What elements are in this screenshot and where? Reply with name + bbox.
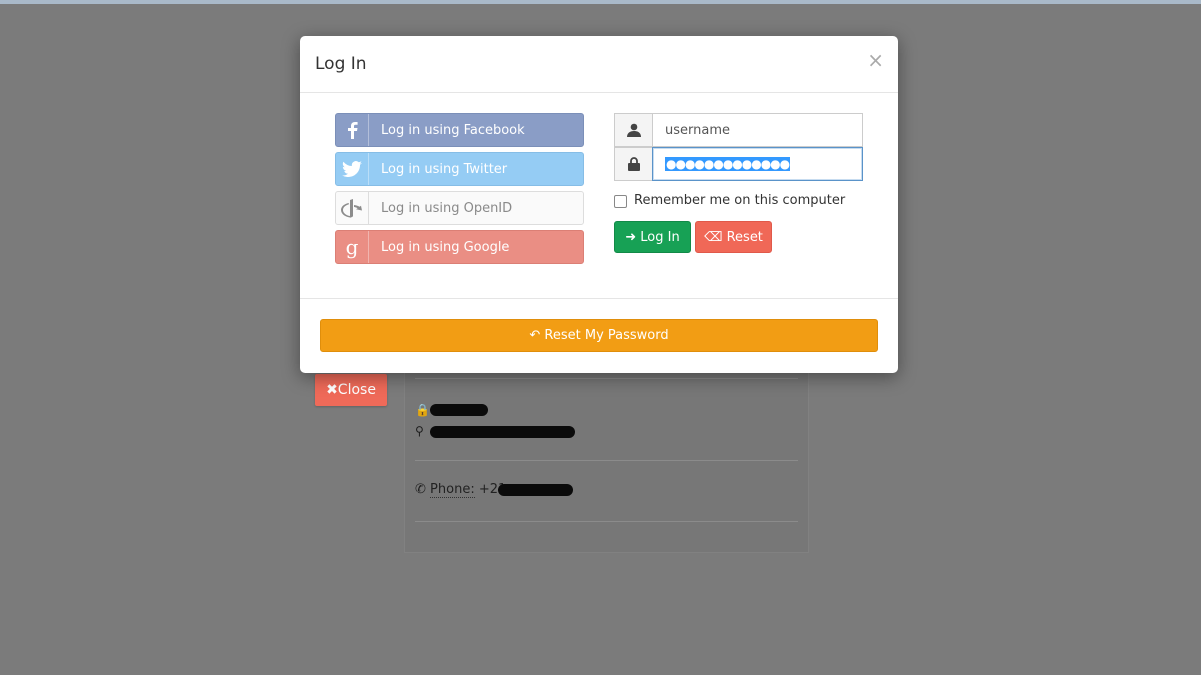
google-login-button[interactable]: g Log in using Google bbox=[335, 230, 584, 264]
background-card: 🔒 ⚲ ✆ Phone: +21 bbox=[405, 348, 808, 552]
twitter-login-button[interactable]: Log in using Twitter bbox=[335, 152, 584, 186]
password-input[interactable]: ●●●●●●●●●●●●● bbox=[652, 147, 863, 181]
phone-line: ✆ Phone: +21 bbox=[415, 482, 506, 498]
redacted-scribble bbox=[498, 484, 573, 496]
background-close-button[interactable]: ✖Close bbox=[315, 374, 387, 406]
modal-title: Log In bbox=[315, 54, 367, 74]
redacted-scribble bbox=[430, 426, 575, 438]
browser-top-strip bbox=[0, 0, 1201, 4]
phone-icon: ✆ bbox=[415, 482, 426, 497]
close-x-icon: ✖ bbox=[326, 382, 338, 398]
login-label: Log In bbox=[640, 230, 680, 245]
openid-icon bbox=[336, 192, 369, 224]
username-input[interactable]: username bbox=[652, 113, 863, 147]
facebook-login-label: Log in using Facebook bbox=[381, 123, 525, 138]
modal-header: Log In × bbox=[300, 36, 898, 93]
reset-password-label: Reset My Password bbox=[544, 328, 669, 343]
password-group: ●●●●●●●●●●●●● bbox=[614, 147, 863, 181]
close-label: Close bbox=[337, 382, 376, 398]
google-login-label: Log in using Google bbox=[381, 240, 510, 255]
login-modal: Log In × Log in using Facebook Log in us… bbox=[300, 36, 898, 373]
username-group: username bbox=[614, 113, 863, 147]
close-icon[interactable]: × bbox=[867, 50, 884, 70]
phone-label: Phone: bbox=[430, 482, 475, 498]
openid-login-label: Log in using OpenID bbox=[381, 201, 513, 216]
divider bbox=[415, 460, 798, 461]
google-icon: g bbox=[336, 231, 369, 263]
eraser-icon: ⌫ bbox=[704, 230, 723, 245]
twitter-icon bbox=[336, 153, 369, 185]
modal-footer-divider bbox=[300, 298, 898, 299]
remember-label: Remember me on this computer bbox=[634, 193, 846, 208]
user-icon bbox=[614, 113, 653, 147]
reset-password-button[interactable]: ↶ Reset My Password bbox=[320, 319, 878, 352]
reset-label: Reset bbox=[726, 230, 763, 245]
reply-icon: ↶ bbox=[529, 328, 541, 343]
lock-icon: 🔒 bbox=[415, 403, 430, 417]
redacted-scribble bbox=[430, 404, 488, 416]
openid-login-button[interactable]: Log in using OpenID bbox=[335, 191, 584, 225]
twitter-login-label: Log in using Twitter bbox=[381, 162, 508, 177]
remember-checkbox[interactable] bbox=[614, 195, 627, 208]
reset-button[interactable]: ⌫ Reset bbox=[695, 221, 772, 253]
facebook-icon bbox=[336, 114, 369, 146]
divider bbox=[415, 521, 798, 522]
map-marker-icon: ⚲ bbox=[415, 424, 424, 438]
lock-icon bbox=[614, 147, 653, 181]
facebook-login-button[interactable]: Log in using Facebook bbox=[335, 113, 584, 147]
sign-in-icon: ➜ bbox=[625, 230, 637, 245]
login-button[interactable]: ➜ Log In bbox=[614, 221, 691, 253]
password-value: ●●●●●●●●●●●●● bbox=[665, 157, 790, 171]
